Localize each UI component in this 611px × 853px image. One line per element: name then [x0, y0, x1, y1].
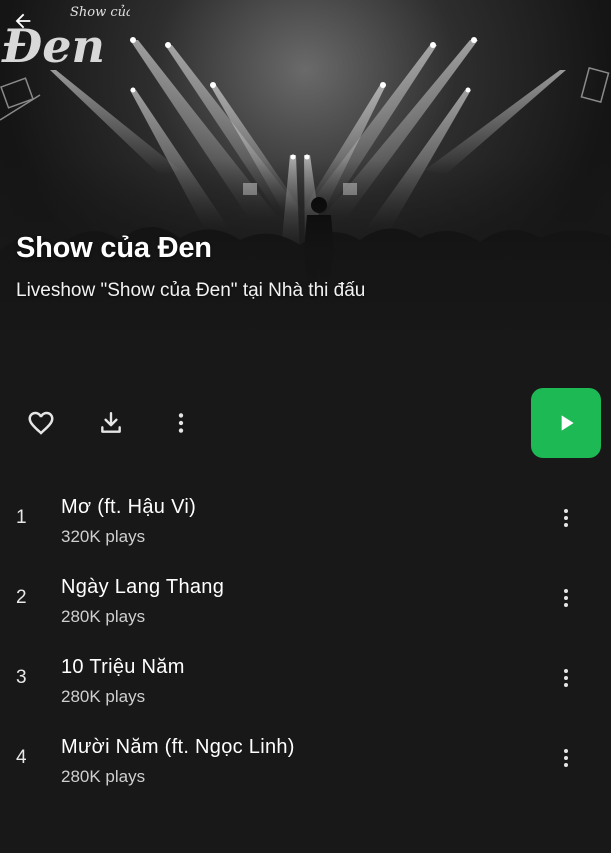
like-button[interactable] [21, 403, 61, 443]
track-row[interactable]: 2 Ngày Lang Thang 280K plays [0, 558, 611, 638]
track-more-button[interactable] [548, 580, 584, 616]
track-row[interactable]: 3 10 Triệu Năm 280K plays [0, 638, 611, 718]
track-title: 10 Triệu Năm [61, 656, 185, 678]
album-hero-image: Show của Đen Show của Đen Liveshow "Show… [0, 0, 611, 350]
track-title: Mơ (ft. Hậu Vi) [61, 496, 197, 518]
album-title: Show của Đen [16, 232, 212, 264]
track-row[interactable]: 1 Mơ (ft. Hậu Vi) 320K plays [0, 478, 611, 558]
download-icon [101, 412, 121, 433]
more-vert-icon [564, 749, 568, 767]
track-plays: 280K plays [61, 687, 146, 706]
track-title: Ngày Lang Thang [61, 576, 225, 598]
track-more-button[interactable] [548, 660, 584, 696]
svg-text:Show của: Show của [70, 5, 130, 20]
track-number: 1 [16, 507, 27, 528]
play-icon [561, 415, 574, 431]
track-more-button[interactable] [548, 740, 584, 776]
back-button[interactable] [12, 10, 50, 48]
track-more-button[interactable] [548, 500, 584, 536]
play-button[interactable] [531, 388, 601, 458]
track-plays: 320K plays [61, 527, 146, 546]
more-vert-icon [564, 669, 568, 687]
album-page: Show của Đen Show của Đen Liveshow "Show… [0, 0, 611, 853]
album-subtitle: Liveshow "Show của Đen" tại Nhà thi đấu [16, 280, 366, 301]
more-vert-icon [564, 509, 568, 527]
more-vert-icon [178, 413, 184, 433]
more-vert-icon [564, 589, 568, 607]
heart-outline-icon [28, 411, 54, 435]
track-plays: 280K plays [61, 767, 146, 786]
track-title: Mười Năm (ft. Ngọc Linh) [61, 736, 295, 758]
track-plays: 280K plays [61, 607, 146, 626]
track-row[interactable]: 4 Mười Năm (ft. Ngọc Linh) 280K plays [0, 718, 611, 798]
track-number: 3 [16, 667, 27, 688]
download-button[interactable] [91, 403, 131, 443]
more-options-button[interactable] [161, 403, 201, 443]
track-number: 4 [16, 747, 27, 768]
arrow-left-icon [15, 13, 31, 29]
track-number: 2 [16, 587, 27, 608]
